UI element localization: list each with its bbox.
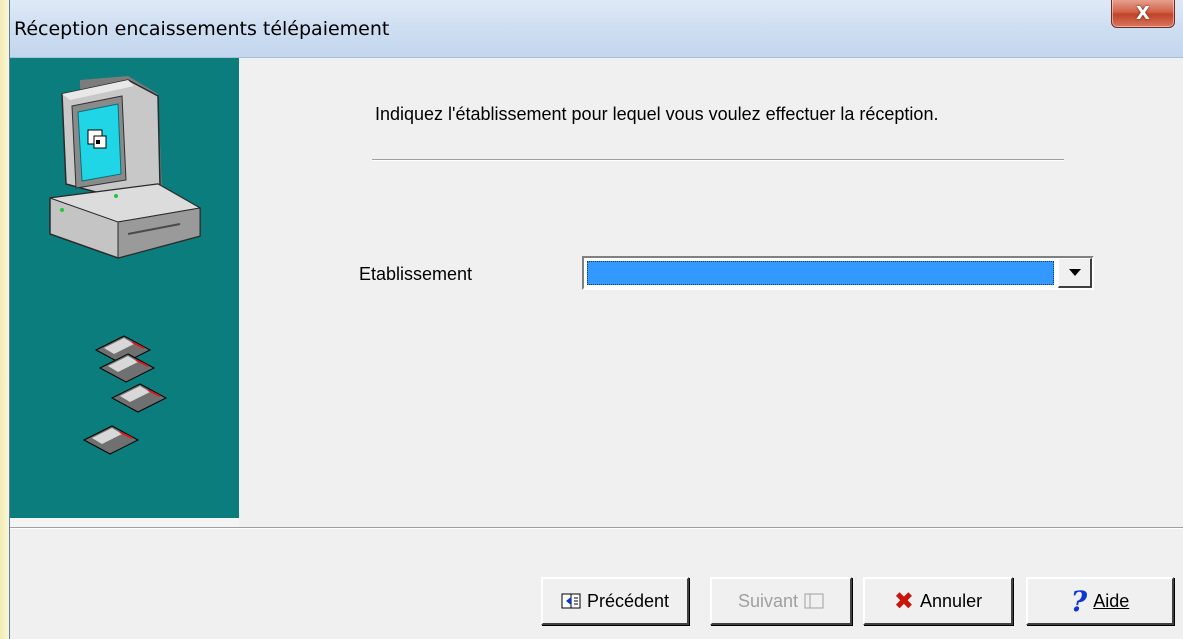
divider	[372, 159, 1064, 161]
wizard-content: Indiquez l'établissement pour lequel vou…	[239, 58, 1183, 527]
close-button[interactable]: X	[1111, 0, 1175, 28]
instruction-text: Indiquez l'établissement pour lequel vou…	[375, 104, 939, 124]
dropdown-button[interactable]	[1058, 258, 1092, 288]
previous-label: Précédent	[586, 590, 670, 611]
wizard-body: Indiquez l'établissement pour lequel vou…	[10, 58, 1183, 527]
title-bar[interactable]: Réception encaissements télépaiement X	[10, 0, 1183, 58]
etablissement-label: Etablissement	[359, 264, 473, 284]
next-label: Suivant	[737, 590, 799, 611]
chevron-down-icon	[1068, 269, 1081, 276]
wizard-side-panel	[10, 58, 239, 518]
etablissement-dropdown[interactable]	[582, 256, 1094, 290]
cancel-label: Annuler	[920, 590, 983, 611]
question-mark-icon: ?	[1070, 584, 1088, 618]
red-x-icon: ✖	[893, 587, 915, 615]
etablissement-selected-value[interactable]	[587, 261, 1054, 285]
arrow-right-box-icon	[804, 593, 824, 609]
wizard-window: Réception encaissements télépaiement X I…	[9, 0, 1183, 639]
arrow-left-box-icon	[561, 593, 581, 609]
close-icon: X	[1136, 2, 1150, 24]
help-label: Aide	[1093, 590, 1130, 611]
next-button[interactable]: Suivant	[710, 577, 852, 625]
previous-button[interactable]: Précédent	[541, 577, 689, 625]
footer-divider	[10, 527, 1183, 529]
help-button[interactable]: ? Aide	[1026, 577, 1174, 625]
cancel-button[interactable]: ✖ Annuler	[863, 577, 1013, 625]
floppy-disks-icon	[82, 335, 168, 455]
window-title: Réception encaissements télépaiement	[14, 18, 390, 40]
desktop-background	[0, 0, 9, 639]
side-panel-footer	[10, 518, 239, 527]
